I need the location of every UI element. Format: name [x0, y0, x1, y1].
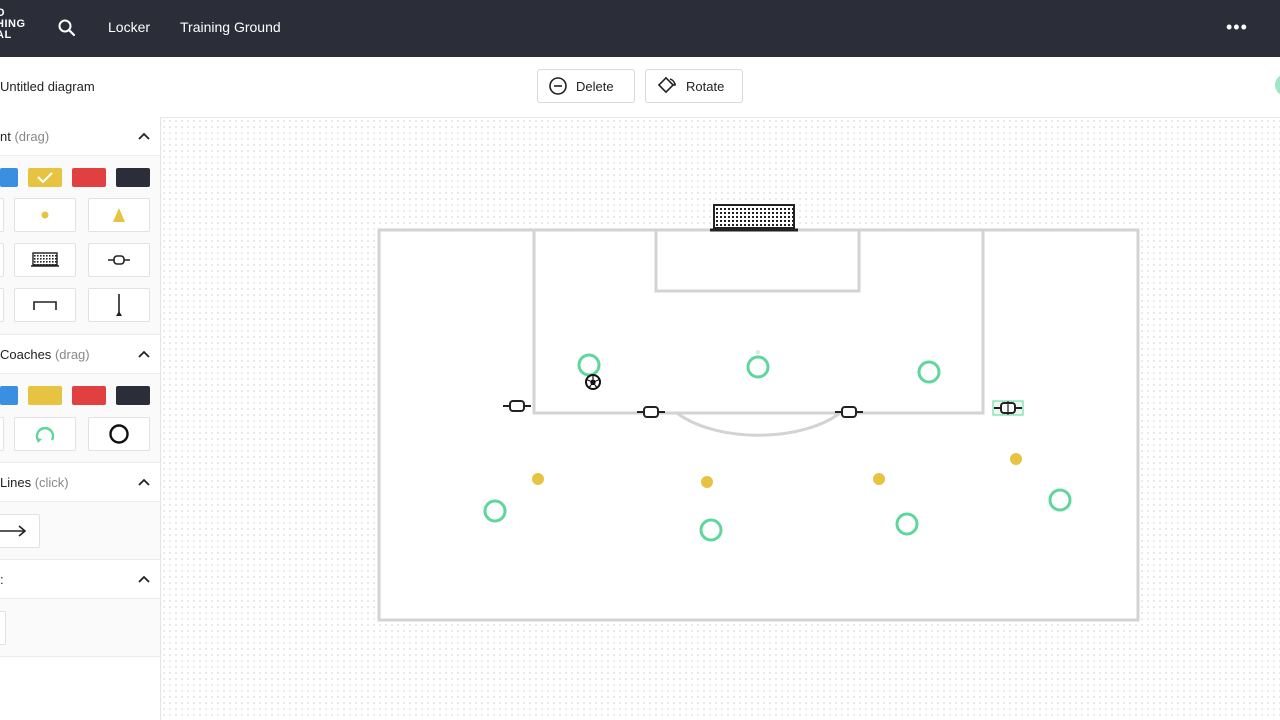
logo-line-3: AL [0, 29, 12, 41]
player-color-red[interactable] [72, 386, 106, 405]
rotate-icon [657, 76, 676, 94]
section-lines-header[interactable]: Lines (click) [0, 463, 160, 502]
mannequin-selected[interactable] [992, 400, 1024, 416]
section-text-label: : [0, 572, 4, 587]
section-equipment-header[interactable]: nt (drag) [0, 117, 160, 156]
mannequin-icon [108, 255, 130, 265]
diagram-toolbar: Untitled diagram Delete Rotate [0, 57, 1280, 118]
player-color-blue[interactable] [0, 386, 18, 405]
rotate-button[interactable]: Rotate [645, 69, 743, 103]
section-players-label: Coaches [0, 347, 52, 362]
equipment-item-partial-2[interactable] [0, 243, 4, 277]
rotation-handle[interactable] [756, 350, 760, 354]
hurdle-icon [33, 301, 57, 310]
diagram-canvas[interactable] [161, 118, 1280, 720]
player-item-partial[interactable] [0, 417, 4, 451]
logo[interactable]: O HING AL [0, 8, 30, 41]
arrow-right-icon [0, 525, 27, 537]
equipment-item-partial[interactable] [0, 198, 4, 232]
color-swatch-blue[interactable] [0, 168, 18, 187]
cone-icon [113, 208, 125, 222]
pitch-drawing [377, 204, 1140, 622]
section-text-body [0, 599, 160, 657]
equipment-cone[interactable] [88, 198, 150, 232]
search-icon[interactable] [57, 18, 77, 38]
delete-label: Delete [576, 78, 614, 94]
diagram-title[interactable]: Untitled diagram [0, 79, 95, 94]
top-nav: O HING AL Locker Training Ground ••• [0, 0, 1280, 57]
goal-net[interactable] [710, 204, 798, 232]
section-players-hint: (drag) [54, 347, 90, 362]
equipment-marker-dot[interactable] [14, 198, 76, 232]
color-swatch-red[interactable] [72, 168, 106, 187]
marker-dot[interactable] [532, 473, 544, 485]
section-text-header[interactable]: : [0, 560, 160, 599]
equipment-hurdle[interactable] [14, 288, 76, 322]
section-lines-label: Lines [0, 475, 32, 490]
avatar[interactable] [1275, 74, 1280, 96]
section-equipment-body [0, 156, 160, 335]
marker-dot[interactable] [1010, 453, 1022, 465]
player-rotate-token[interactable] [14, 417, 76, 451]
section-players-body [0, 374, 160, 463]
equipment-item-partial-3[interactable] [0, 288, 4, 322]
equipment-mannequin[interactable] [88, 243, 150, 277]
pole-icon [116, 294, 122, 316]
check-icon [37, 172, 53, 184]
pitch-lines [377, 228, 1140, 622]
palette-sidebar: nt (drag) Coaches (drag) Lines (click): [0, 117, 161, 720]
section-lines-body [0, 502, 160, 560]
player-rotate-icon [35, 427, 55, 443]
marker-dot[interactable] [701, 476, 713, 488]
section-equipment-label: nt [0, 129, 11, 144]
section-lines-hint: (click) [34, 475, 69, 490]
player-color-yellow[interactable] [28, 386, 62, 405]
color-swatch-dark[interactable] [116, 168, 150, 187]
chevron-up-icon[interactable] [137, 574, 151, 584]
ball-icon[interactable] [585, 374, 601, 390]
chevron-up-icon[interactable] [137, 131, 151, 141]
section-players-header[interactable]: Coaches (drag) [0, 335, 160, 374]
chevron-up-icon[interactable] [137, 349, 151, 359]
player-outline-token[interactable] [88, 417, 150, 451]
nav-link-training-ground[interactable]: Training Ground [180, 19, 281, 35]
nav-link-locker[interactable]: Locker [108, 19, 150, 35]
delete-button[interactable]: Delete [537, 69, 635, 103]
marker-dot[interactable] [873, 473, 885, 485]
player-ring-icon [109, 424, 129, 444]
dot-icon [41, 211, 49, 219]
line-arrow-tool[interactable] [0, 514, 40, 548]
minus-circle-icon [549, 77, 567, 95]
pitch-boundary [377, 228, 1140, 622]
equipment-pole[interactable] [88, 288, 150, 322]
more-horizontal-icon[interactable]: ••• [1226, 17, 1248, 38]
rotate-label: Rotate [686, 78, 725, 94]
section-equipment-hint: (drag) [14, 129, 50, 144]
chevron-up-icon[interactable] [137, 477, 151, 487]
text-tool-partial[interactable] [0, 611, 6, 645]
color-swatch-yellow-selected[interactable] [28, 168, 62, 187]
goal-icon [31, 252, 59, 267]
equipment-goal[interactable] [14, 243, 76, 277]
player-color-dark[interactable] [116, 386, 150, 405]
